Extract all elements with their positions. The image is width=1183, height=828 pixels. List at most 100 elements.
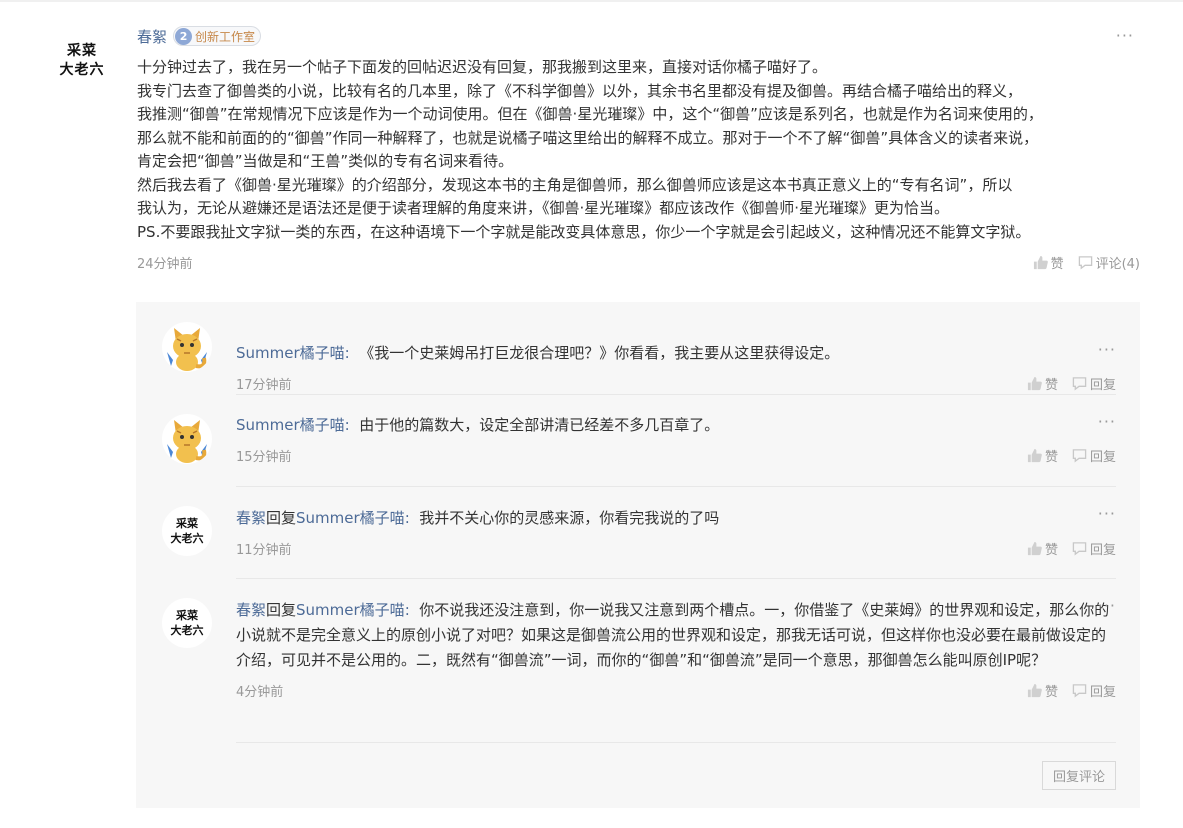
reply-reply-button[interactable]: 回复 — [1072, 446, 1116, 465]
reply-colon: : — [344, 344, 350, 362]
reply-word: 回复 — [266, 601, 297, 619]
reply-time: 4分钟前 — [236, 684, 284, 700]
reply-time: 17分钟前 — [236, 377, 292, 393]
reply-time: 11分钟前 — [236, 542, 292, 558]
reply-author-name[interactable]: Summer橘子喵 — [236, 344, 345, 362]
comment-icon — [1072, 376, 1087, 390]
reply-reply-label: 回复 — [1089, 377, 1116, 393]
reply-target-name[interactable]: Summer橘子喵 — [296, 601, 405, 619]
post-paragraph: 然后我去看了《御兽·星光璀璨》的介绍部分，发现这本书的主角是御兽师，那么御兽师应… — [137, 175, 1013, 194]
post-time: 24分钟前 — [137, 256, 193, 272]
reply-reply-button[interactable]: 回复 — [1072, 374, 1116, 393]
thumbs-up-icon — [1027, 376, 1042, 390]
reply-body: 《我一个史莱姆吊打巨龙很合理吧？》你看看，我主要从这里获得设定。 — [359, 344, 840, 362]
post-actions: 赞 评论(4) — [1033, 253, 1140, 272]
reply-more-icon[interactable]: ··· — [1098, 414, 1116, 430]
level-title: 创新工作室 — [195, 29, 256, 44]
reply-text: Summer橘子喵: 由于他的篇数大，设定全部讲清已经差不多几百章了。 — [236, 413, 1116, 438]
reply-actions: 赞 回复 — [1027, 446, 1116, 465]
post-paragraph: 肯定会把“御兽”当做是和“王兽”类似的专有名词来看待。 — [137, 152, 514, 170]
reply-text: 春絮回复Summer橘子喵: 你不说我还没注意到，你一说我又注意到两个槽点。一，… — [236, 598, 1116, 673]
post-like-label: 赞 — [1050, 256, 1064, 272]
reply-like-button[interactable]: 赞 — [1027, 681, 1058, 700]
reply-actions: 赞 回复 — [1027, 681, 1116, 700]
reply-avatar[interactable] — [162, 322, 212, 372]
reply-reply-label: 回复 — [1089, 449, 1116, 465]
post-paragraph: PS.不要跟我扯文字狱一类的东西，在这种语境下一个字就是能改变具体意思，你少一个… — [137, 222, 1031, 241]
reply-more-icon[interactable]: ··· — [1098, 598, 1116, 614]
reply-avatar[interactable] — [162, 414, 212, 464]
avatar-text-line1: 采菜 — [67, 43, 97, 59]
reply-meta: 17分钟前 赞 回复 — [236, 372, 1116, 394]
reply-content: 春絮回复Summer橘子喵: 你不说我还没注意到，你一说我又注意到两个槽点。一，… — [236, 598, 1116, 701]
thumbs-up-icon — [1027, 683, 1042, 697]
avatar-text-line1: 采菜 — [176, 517, 198, 530]
reply-reply-label: 回复 — [1089, 542, 1116, 558]
post-author-avatar[interactable]: 采菜 大老六 — [48, 34, 116, 88]
comment-icon — [1072, 541, 1087, 555]
post-meta: 24分钟前 赞 评论(4) — [137, 251, 1140, 273]
reply-body: 我并不关心你的灵感来源，你看完我说的了吗 — [419, 509, 720, 527]
post-comment-label: 评论(4) — [1095, 256, 1140, 272]
reply-divider — [236, 394, 1116, 395]
reply-text: Summer橘子喵: 《我一个史莱姆吊打巨龙很合理吧？》你看看，我主要从这里获得… — [236, 341, 1116, 366]
reply-meta: 15分钟前 赞 回复 — [236, 444, 1116, 466]
reply-reply-button[interactable]: 回复 — [1072, 539, 1116, 558]
reply-panel: Summer橘子喵: 《我一个史莱姆吊打巨龙很合理吧？》你看看，我主要从这里获得… — [136, 302, 1140, 808]
reply-content: 春絮回复Summer橘子喵: 我并不关心你的灵感来源，你看完我说的了吗 11分钟… — [236, 506, 1116, 559]
cat-avatar-icon — [162, 414, 212, 464]
reply-meta: 4分钟前 赞 回复 — [236, 679, 1116, 701]
reply-text: 春絮回复Summer橘子喵: 我并不关心你的灵感来源，你看完我说的了吗 — [236, 506, 1116, 531]
reply-more-icon[interactable]: ··· — [1098, 342, 1116, 358]
reply-like-label: 赞 — [1044, 684, 1058, 700]
reply-colon: : — [404, 601, 410, 619]
reply-like-button[interactable]: 赞 — [1027, 539, 1058, 558]
reply-like-label: 赞 — [1044, 449, 1058, 465]
thumbs-up-icon — [1027, 448, 1042, 462]
top-divider — [0, 0, 1183, 2]
comment-icon — [1078, 255, 1092, 269]
reply-author-name[interactable]: 春絮 — [236, 509, 266, 527]
reply-divider — [236, 486, 1116, 487]
post-like-button[interactable]: 赞 — [1033, 253, 1064, 272]
level-number: 2 — [175, 27, 193, 45]
reply-word: 回复 — [266, 509, 297, 527]
post-paragraph: 我专门去查了御兽类的小说，比较有名的几本里，除了《不科学御兽》以外，其余书名里都… — [137, 81, 1023, 100]
post-paragraph: 那么就不能和前面的的“御兽”作同一种解释了，也就是说橘子喵这里给出的解释不成立。… — [137, 128, 1039, 147]
reply-meta: 11分钟前 赞 回复 — [236, 537, 1116, 559]
reply-like-button[interactable]: 赞 — [1027, 374, 1058, 393]
reply-comment-button[interactable]: 回复评论 — [1042, 761, 1116, 790]
reply-content: Summer橘子喵: 由于他的篇数大，设定全部讲清已经差不多几百章了。 15分钟… — [236, 413, 1116, 466]
reply-like-label: 赞 — [1044, 377, 1058, 393]
reply-avatar[interactable]: 采菜 大老六 — [162, 506, 212, 556]
avatar-text-line2: 大老六 — [170, 532, 204, 545]
reply-time: 15分钟前 — [236, 449, 292, 465]
post-paragraph: 我认为，无论从避嫌还是语法还是便于读者理解的角度来讲，《御兽·星光璀璨》都应该改… — [137, 199, 950, 217]
reply-divider — [236, 742, 1116, 743]
reply-like-button[interactable]: 赞 — [1027, 446, 1058, 465]
thumbs-up-icon — [1033, 255, 1048, 269]
level-badge[interactable]: 2 创新工作室 — [173, 26, 262, 46]
post-author-name[interactable]: 春絮 — [137, 26, 167, 47]
avatar-text-line1: 采菜 — [176, 609, 198, 622]
avatar-text-line2: 大老六 — [59, 62, 105, 78]
reply-target-name[interactable]: Summer橘子喵 — [296, 509, 405, 527]
post-more-icon[interactable]: ··· — [1116, 28, 1134, 44]
post-paragraph: 十分钟过去了，我在另一个帖子下面发的回帖迟迟没有回复，那我搬到这里来，直接对话你… — [137, 58, 828, 76]
reply-avatar[interactable]: 采菜 大老六 — [162, 598, 212, 648]
post: 春絮 2 创新工作室 ··· 十分钟过去了，我在另一个帖子下面发的回帖迟迟没有回… — [137, 22, 1140, 273]
reply-content: Summer橘子喵: 《我一个史莱姆吊打巨龙很合理吧？》你看看，我主要从这里获得… — [236, 341, 1116, 394]
comment-icon — [1072, 683, 1087, 697]
post-comment-button[interactable]: 评论(4) — [1078, 253, 1140, 272]
reply-reply-button[interactable]: 回复 — [1072, 681, 1116, 700]
reply-author-name[interactable]: Summer橘子喵 — [236, 416, 345, 434]
comment-icon — [1072, 448, 1087, 462]
thumbs-up-icon — [1027, 541, 1042, 555]
reply-author-name[interactable]: 春絮 — [236, 601, 266, 619]
post-paragraph: 我推测“御兽”在常规情况下应该是作为一个动词使用。但在《御兽·星光璀璨》中，这个… — [137, 105, 1043, 123]
post-header: 春絮 2 创新工作室 — [137, 22, 1140, 50]
reply-colon: : — [344, 416, 350, 434]
reply-more-icon[interactable]: ··· — [1098, 506, 1116, 522]
cat-avatar-icon — [162, 322, 212, 372]
reply-divider — [236, 578, 1116, 579]
